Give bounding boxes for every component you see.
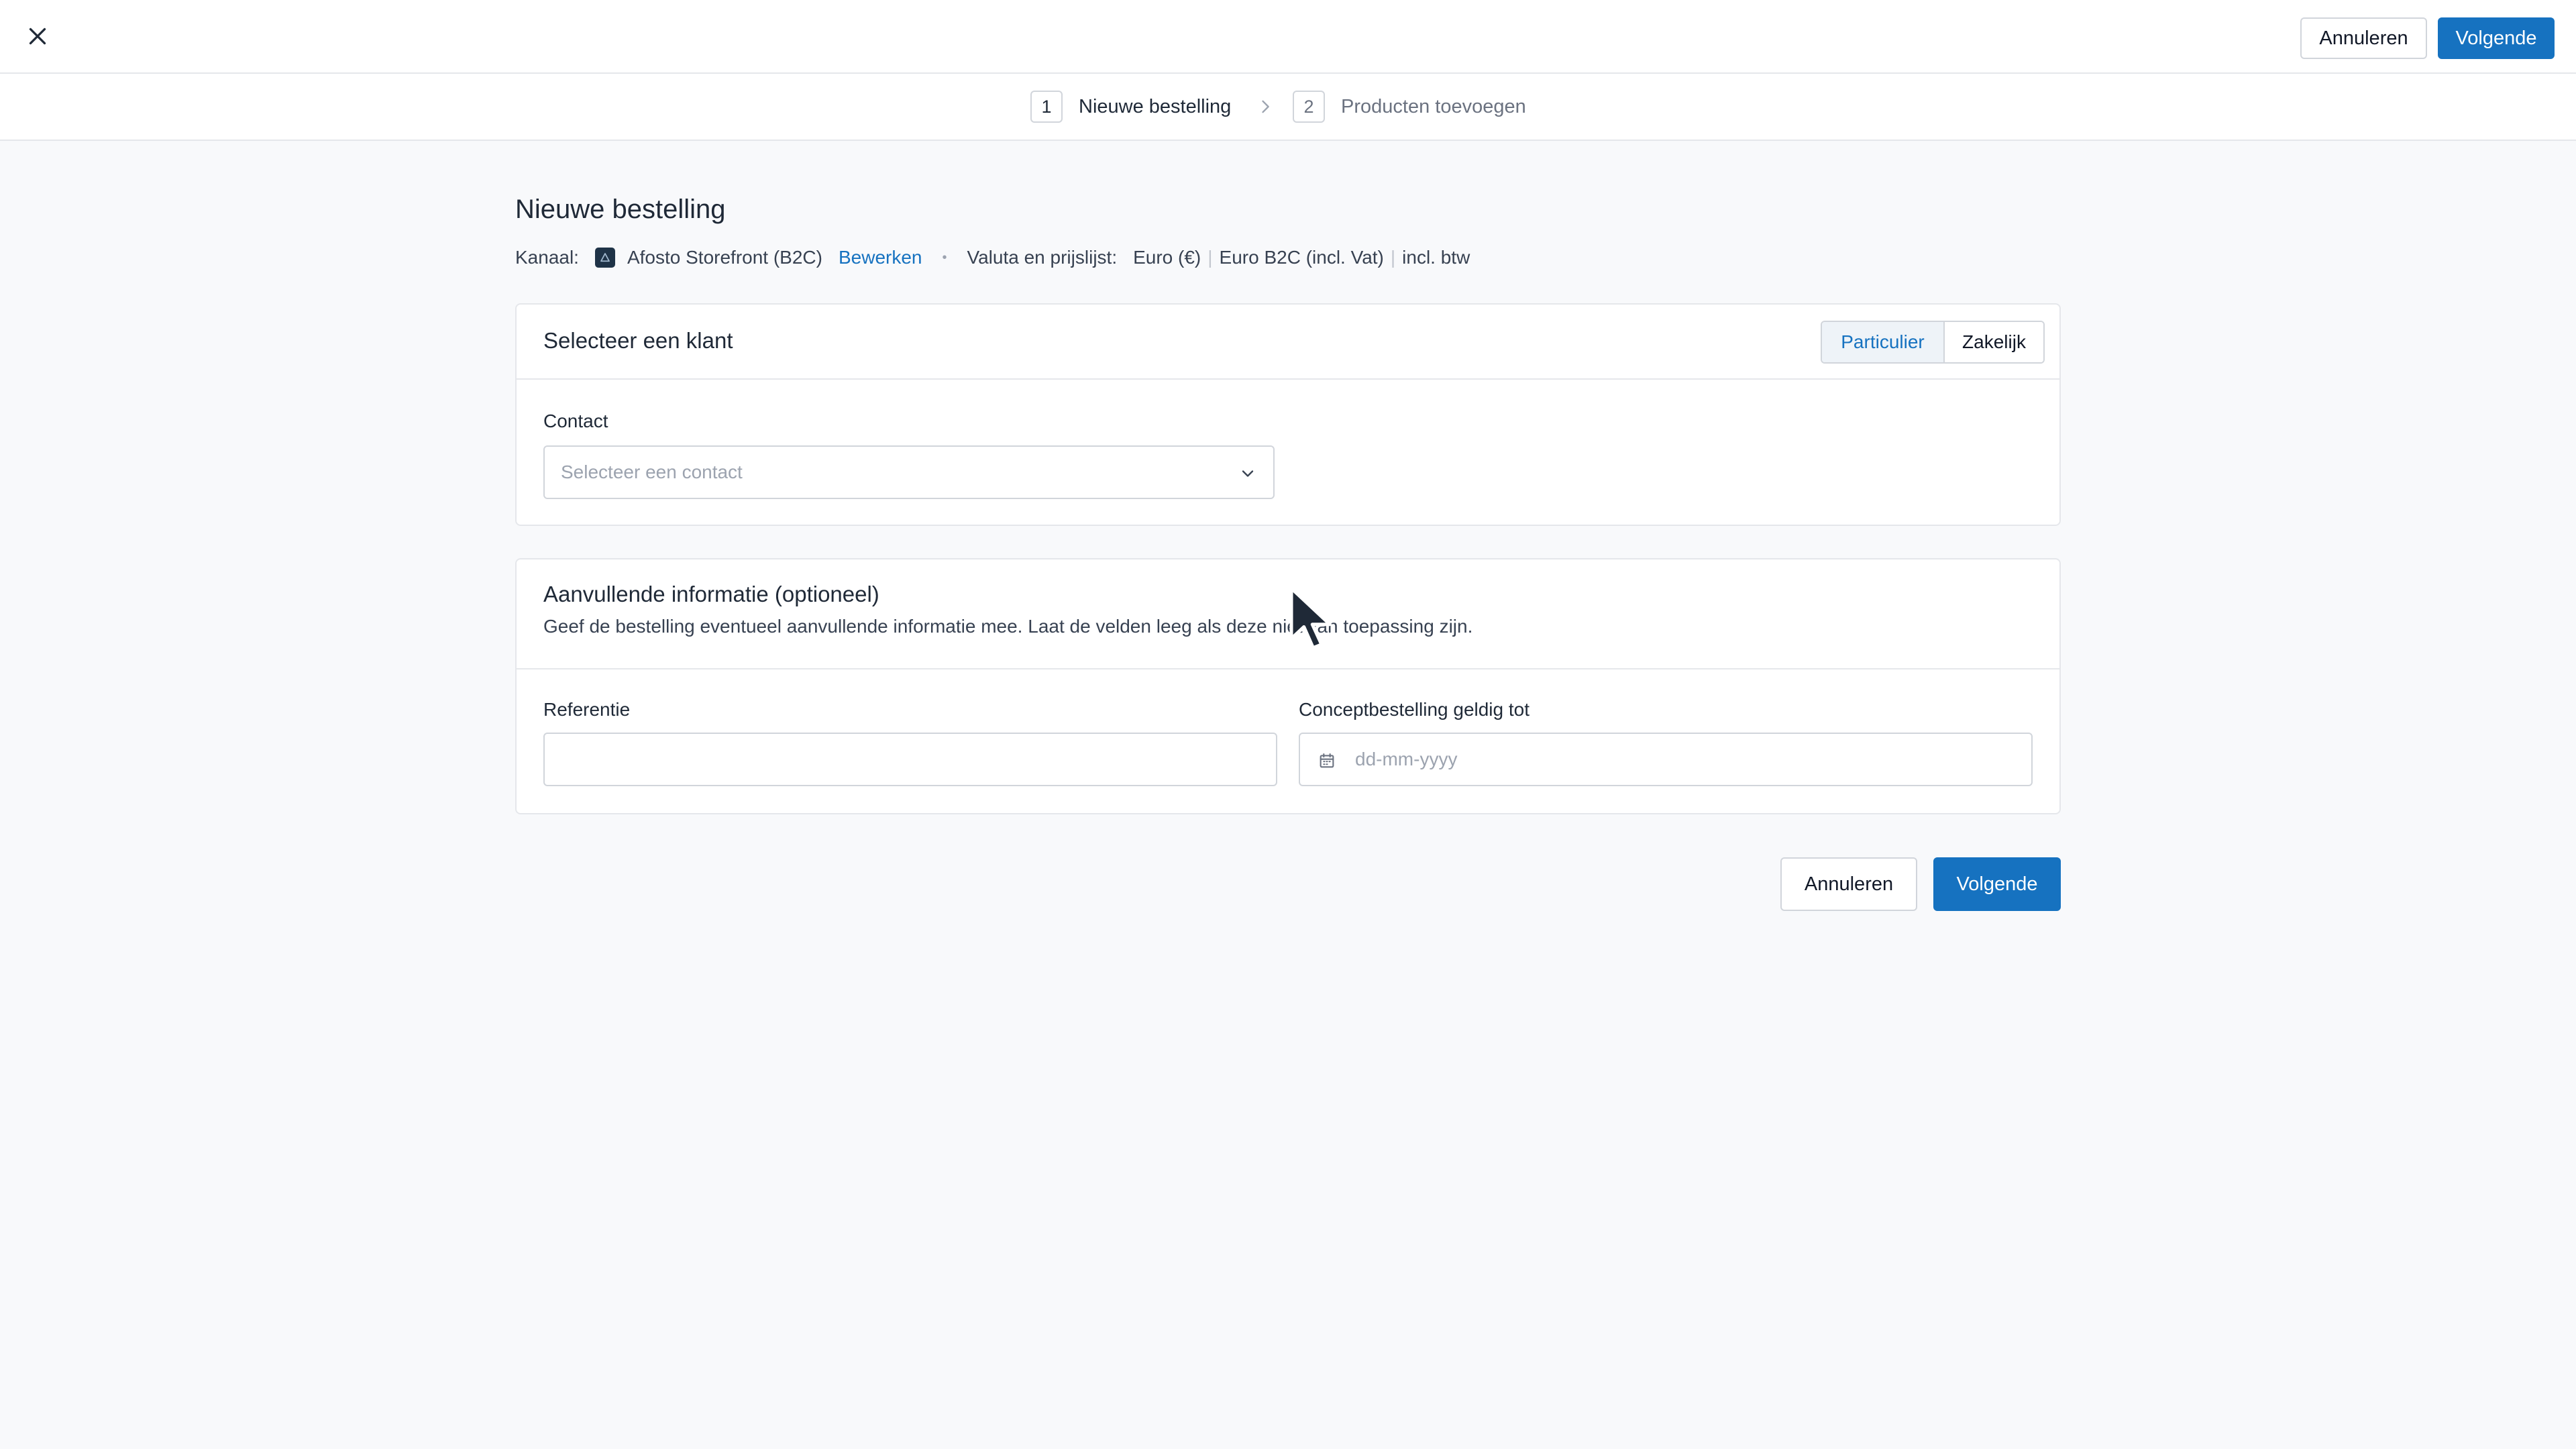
- contact-label: Contact: [543, 411, 608, 431]
- step-1-number: 1: [1030, 91, 1063, 123]
- contact-select[interactable]: Selecteer een contact: [543, 445, 1275, 499]
- contact-select-placeholder: Selecteer een contact: [561, 462, 743, 482]
- currency-label: Valuta en prijslijst:: [967, 247, 1118, 268]
- channel-name: Afosto Storefront (B2C): [627, 247, 822, 268]
- step-2-number: 2: [1293, 91, 1325, 123]
- step-2-label[interactable]: Producten toevoegen: [1341, 93, 1526, 120]
- valid-until-label: Conceptbestelling geldig tot: [1299, 699, 1530, 720]
- close-button[interactable]: [20, 19, 55, 54]
- pipe-separator: |: [1390, 247, 1396, 268]
- customer-card-title: Selecteer een klant: [543, 328, 733, 353]
- close-icon: [29, 28, 46, 45]
- reference-input[interactable]: [543, 733, 1277, 786]
- chevron-right-icon: [1262, 100, 1269, 113]
- top-bar: Annuleren Volgende: [0, 0, 2576, 74]
- top-next-button[interactable]: Volgende: [2438, 17, 2555, 59]
- edit-channel-link[interactable]: Bewerken: [839, 247, 922, 268]
- page-title: Nieuwe bestelling: [515, 195, 726, 224]
- additional-info-card: Aanvullende informatie (optioneel) Geef …: [515, 558, 2061, 814]
- reference-label: Referentie: [543, 699, 631, 720]
- stepper: 1 Nieuwe bestelling 2 Producten toevoege…: [0, 74, 2576, 141]
- order-meta-row: Kanaal: Afosto Storefront (B2C) Bewerken…: [515, 243, 1470, 272]
- card-divider: [517, 668, 2059, 669]
- valid-until-date-input[interactable]: dd-mm-yyyy: [1299, 733, 2033, 786]
- card-divider: [517, 378, 2059, 380]
- chevron-down-icon: [1242, 470, 1254, 477]
- footer-cancel-button[interactable]: Annuleren: [1780, 857, 1917, 911]
- segment-zakelijk[interactable]: Zakelijk: [1945, 322, 2043, 362]
- meta-separator: •: [942, 250, 947, 265]
- additional-info-title: Aanvullende informatie (optioneel): [543, 582, 879, 606]
- currency-value: Euro (€): [1133, 247, 1201, 268]
- calendar-icon: [1320, 753, 1334, 768]
- footer-next-button[interactable]: Volgende: [1933, 857, 2061, 911]
- step-1-label[interactable]: Nieuwe bestelling: [1079, 93, 1231, 120]
- tax-value: incl. btw: [1402, 247, 1470, 268]
- customer-type-toggle: Particulier Zakelijk: [1821, 321, 2045, 364]
- customer-card: Selecteer een klant Particulier Zakelijk…: [515, 303, 2061, 526]
- channel-label: Kanaal:: [515, 247, 579, 268]
- top-cancel-button[interactable]: Annuleren: [2300, 17, 2427, 59]
- pricelist-value: Euro B2C (incl. Vat): [1219, 247, 1384, 268]
- storefront-icon: [594, 248, 615, 268]
- additional-info-description: Geef de bestelling eventueel aanvullende…: [543, 616, 1473, 637]
- valid-until-placeholder: dd-mm-yyyy: [1355, 749, 1458, 769]
- segment-particulier[interactable]: Particulier: [1822, 322, 1945, 362]
- pipe-separator: |: [1208, 247, 1213, 268]
